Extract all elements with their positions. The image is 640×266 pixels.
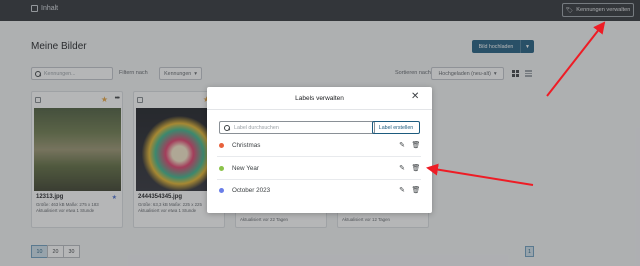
trash-icon[interactable]: 🗑︎ — [411, 164, 421, 172]
pencil-icon[interactable]: ✎ — [397, 164, 407, 172]
dialog-title: Labels verwalten — [295, 95, 344, 102]
divider — [207, 109, 432, 110]
page: Inhalt 🏷︎ Kennungen verwalten Meine Bild… — [0, 0, 640, 266]
label-search-placeholder: Label durchsuchen — [234, 124, 279, 131]
search-icon — [224, 124, 230, 131]
label-color-dot — [219, 142, 224, 148]
pencil-icon[interactable]: ✎ — [397, 186, 407, 194]
trash-icon[interactable]: 🗑︎ — [411, 186, 421, 194]
label-search-input[interactable]: Label durchsuchen — [219, 121, 375, 134]
divider — [217, 156, 421, 157]
label-color-dot — [219, 187, 224, 193]
create-label-button[interactable]: Label erstellen — [372, 121, 420, 134]
label-row: New Year ✎ 🗑︎ — [217, 158, 421, 178]
label-name: New Year — [232, 164, 259, 172]
label-color-dot — [219, 165, 224, 171]
trash-icon[interactable]: 🗑︎ — [411, 141, 421, 149]
pencil-icon[interactable]: ✎ — [397, 141, 407, 149]
label-name: October 2023 — [232, 186, 271, 194]
label-name: Christmas — [232, 141, 261, 149]
label-row: October 2023 ✎ 🗑︎ — [217, 180, 421, 200]
manage-labels-dialog: Labels verwalten ✕ Label durchsuchen Lab… — [207, 87, 432, 213]
close-icon[interactable]: ✕ — [411, 92, 419, 102]
label-row: Christmas ✎ 🗑︎ — [217, 135, 421, 155]
